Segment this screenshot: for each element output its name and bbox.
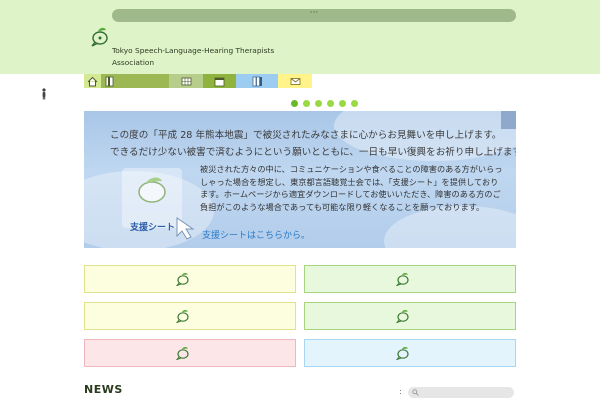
search-input[interactable] bbox=[408, 387, 514, 398]
support-sheet-link[interactable]: 支援シートはこちらから。 bbox=[202, 228, 310, 241]
search-label: : bbox=[399, 387, 402, 396]
slider-dot[interactable] bbox=[303, 100, 310, 107]
info-card-3[interactable] bbox=[84, 302, 296, 330]
leaf-speech-bubble-icon[interactable] bbox=[88, 26, 110, 48]
banner-heading-line1: この度の「平成 28 年熊本地震」で被災されたみなさまに心からお見舞いを申し上げ… bbox=[110, 130, 502, 141]
leaf-speech-bubble-icon bbox=[395, 310, 409, 323]
banner-next-control[interactable] bbox=[501, 111, 516, 129]
slider-dots bbox=[291, 100, 363, 107]
news-heading: NEWS bbox=[84, 383, 123, 396]
person-icon[interactable] bbox=[40, 88, 48, 100]
nav-events[interactable] bbox=[203, 74, 236, 88]
slider-dot[interactable] bbox=[327, 100, 334, 107]
leaf-speech-bubble-icon bbox=[395, 347, 409, 360]
nav-contact[interactable] bbox=[278, 74, 312, 88]
leaf-speech-bubble-icon bbox=[138, 177, 166, 203]
info-card-6[interactable] bbox=[304, 339, 516, 367]
support-sheet-label[interactable]: 支援シート bbox=[130, 220, 175, 233]
cursor-arrow-icon bbox=[176, 217, 195, 240]
search-icon bbox=[412, 389, 419, 396]
mail-icon bbox=[290, 77, 300, 85]
slider-dot[interactable] bbox=[315, 100, 322, 107]
leaf-speech-bubble-icon bbox=[175, 273, 189, 286]
hero-banner: この度の「平成 28 年熊本地震」で被災されたみなさまに心からお見舞いを申し上げ… bbox=[84, 111, 516, 248]
top-bar-text: ··· bbox=[309, 8, 319, 18]
banner-body-text: 被災された方々の中に、コミュニケーションや食べることの障害のある方がいらっしゃっ… bbox=[200, 164, 503, 213]
info-card-2[interactable] bbox=[304, 265, 516, 293]
nav-members[interactable] bbox=[169, 74, 203, 88]
support-sheet-image[interactable] bbox=[122, 168, 182, 228]
leaf-speech-bubble-icon bbox=[175, 310, 189, 323]
home-icon bbox=[87, 76, 98, 86]
nav-about[interactable] bbox=[101, 74, 169, 88]
main-navigation bbox=[84, 74, 312, 88]
calendar-icon bbox=[214, 77, 225, 86]
site-header: ··· Tokyo Speech-Language-Hearing Therap… bbox=[0, 0, 600, 74]
door-icon bbox=[105, 76, 114, 86]
slider-dot[interactable] bbox=[351, 100, 358, 107]
nav-home[interactable] bbox=[84, 74, 101, 88]
nav-resources[interactable] bbox=[236, 74, 278, 88]
slider-dot[interactable] bbox=[291, 100, 298, 107]
banner-heading-line2: できるだけ少ない被害で済むようにという願いとともに、一日も早い復興をお祈り申し上… bbox=[110, 147, 516, 158]
organization-name[interactable]: Tokyo Speech-Language-Hearing Therapists… bbox=[112, 45, 312, 69]
leaf-speech-bubble-icon bbox=[175, 347, 189, 360]
top-utility-bar[interactable]: ··· bbox=[112, 8, 516, 22]
info-card-1[interactable] bbox=[84, 265, 296, 293]
info-card-5[interactable] bbox=[84, 339, 296, 367]
grid-icon bbox=[181, 77, 191, 85]
books-icon bbox=[252, 76, 262, 86]
slider-dot[interactable] bbox=[339, 100, 346, 107]
leaf-speech-bubble-icon bbox=[395, 273, 409, 286]
info-card-4[interactable] bbox=[304, 302, 516, 330]
